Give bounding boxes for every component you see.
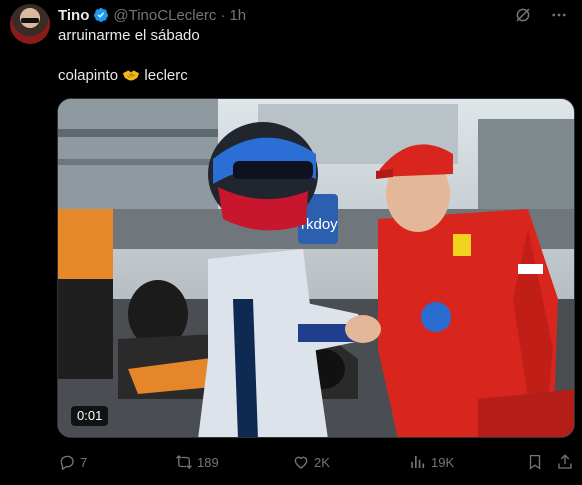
avatar[interactable] <box>10 4 50 44</box>
text-word-colapinto: colapinto <box>58 67 119 84</box>
views-button[interactable]: 19K <box>409 450 454 474</box>
video-frame: rkdoy <box>58 99 574 437</box>
reply-button[interactable]: 7 <box>58 450 87 474</box>
post-time[interactable]: 1h <box>229 7 246 24</box>
separator-dot: · <box>220 6 226 24</box>
views-bar-chart-icon <box>411 456 425 468</box>
top-actions <box>514 6 568 24</box>
tweet-text-line-1: arruinarme el sábado <box>58 27 200 44</box>
share-icon <box>558 454 572 469</box>
more-options-icon[interactable] <box>550 6 568 24</box>
author-handle[interactable]: @TinoCLeclerc <box>113 7 216 24</box>
handshake-emoji-icon <box>123 70 140 81</box>
author-name[interactable]: Tino <box>58 7 89 24</box>
reply-count: 7 <box>80 454 88 470</box>
repost-count: 189 <box>197 454 219 470</box>
view-count: 19K <box>431 454 455 470</box>
verified-badge-icon <box>94 8 109 22</box>
repost-icon <box>176 455 192 469</box>
reply-icon <box>60 455 74 471</box>
sign-text: rkdoy <box>301 216 338 233</box>
repost-button[interactable]: 189 <box>175 450 219 474</box>
tweet-header: Tino @TinoCLeclerc · 1h <box>58 5 246 25</box>
like-count: 2K <box>314 454 330 470</box>
grok-icon[interactable] <box>514 6 532 24</box>
tweet-text-line-2: colapinto leclerc <box>58 66 188 86</box>
tweet[interactable]: Tino @TinoCLeclerc · 1h arruinarme el sá… <box>0 0 582 485</box>
video-duration: 0:01 <box>71 406 109 426</box>
action-bar: 7 189 2K 19K <box>58 450 572 474</box>
like-button[interactable]: 2K <box>292 450 330 474</box>
share-button[interactable] <box>556 450 574 474</box>
video-player[interactable]: rkdoy <box>57 98 575 438</box>
bookmark-button[interactable] <box>526 450 544 474</box>
text-word-leclerc: leclerc <box>144 67 188 84</box>
bookmark-icon <box>529 454 541 470</box>
heart-icon <box>294 456 308 469</box>
